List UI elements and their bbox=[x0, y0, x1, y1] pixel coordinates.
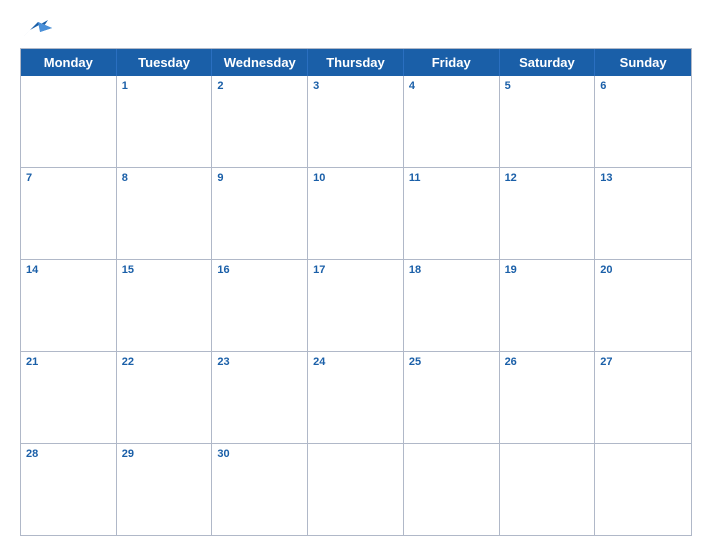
day-cell: 15 bbox=[117, 260, 213, 351]
day-number: 16 bbox=[217, 263, 302, 278]
col-header-friday: Friday bbox=[404, 49, 500, 76]
day-number: 17 bbox=[313, 263, 398, 278]
day-cell: 20 bbox=[595, 260, 691, 351]
day-number: 18 bbox=[409, 263, 494, 278]
day-cell: 28 bbox=[21, 444, 117, 535]
day-number: 22 bbox=[122, 355, 207, 370]
day-cell: 27 bbox=[595, 352, 691, 443]
day-number: 28 bbox=[26, 447, 111, 462]
day-cell: 13 bbox=[595, 168, 691, 259]
days-of-week-header: MondayTuesdayWednesdayThursdayFridaySatu… bbox=[21, 49, 691, 76]
day-cell: 17 bbox=[308, 260, 404, 351]
day-number: 2 bbox=[217, 79, 302, 94]
day-cell: 10 bbox=[308, 168, 404, 259]
day-cell: 14 bbox=[21, 260, 117, 351]
day-number: 9 bbox=[217, 171, 302, 186]
col-header-thursday: Thursday bbox=[308, 49, 404, 76]
day-number: 21 bbox=[26, 355, 111, 370]
day-number: 14 bbox=[26, 263, 111, 278]
day-cell: 18 bbox=[404, 260, 500, 351]
day-number: 13 bbox=[600, 171, 686, 186]
day-cell: 22 bbox=[117, 352, 213, 443]
day-number: 27 bbox=[600, 355, 686, 370]
col-header-tuesday: Tuesday bbox=[117, 49, 213, 76]
col-header-saturday: Saturday bbox=[500, 49, 596, 76]
col-header-monday: Monday bbox=[21, 49, 117, 76]
day-number: 15 bbox=[122, 263, 207, 278]
week-row-5: 28 29 30 bbox=[21, 443, 691, 535]
day-number: 10 bbox=[313, 171, 398, 186]
day-number: 3 bbox=[313, 79, 398, 94]
col-header-wednesday: Wednesday bbox=[212, 49, 308, 76]
col-header-sunday: Sunday bbox=[595, 49, 691, 76]
day-cell bbox=[308, 444, 404, 535]
day-cell: 29 bbox=[117, 444, 213, 535]
logo-icon bbox=[20, 18, 56, 38]
calendar-body: 1234567891011121314151617181920212223242… bbox=[21, 76, 691, 535]
day-cell: 12 bbox=[500, 168, 596, 259]
day-cell: 5 bbox=[500, 76, 596, 167]
calendar-grid: MondayTuesdayWednesdayThursdayFridaySatu… bbox=[20, 48, 692, 536]
week-row-4: 21 22 23 24 25 26 27 bbox=[21, 351, 691, 443]
week-row-2: 789 10 11 12 13 bbox=[21, 167, 691, 259]
day-cell bbox=[404, 444, 500, 535]
day-cell: 1 bbox=[117, 76, 213, 167]
day-cell: 25 bbox=[404, 352, 500, 443]
day-number: 11 bbox=[409, 171, 494, 186]
week-row-1: 123456 bbox=[21, 76, 691, 167]
day-cell: 23 bbox=[212, 352, 308, 443]
day-cell: 2 bbox=[212, 76, 308, 167]
calendar-page: MondayTuesdayWednesdayThursdayFridaySatu… bbox=[0, 0, 712, 550]
day-number: 6 bbox=[600, 79, 686, 94]
day-cell: 16 bbox=[212, 260, 308, 351]
day-cell: 11 bbox=[404, 168, 500, 259]
day-number: 23 bbox=[217, 355, 302, 370]
day-cell: 26 bbox=[500, 352, 596, 443]
day-number: 29 bbox=[122, 447, 207, 462]
day-number: 26 bbox=[505, 355, 590, 370]
day-number: 1 bbox=[122, 79, 207, 94]
day-number: 7 bbox=[26, 171, 111, 186]
day-number: 25 bbox=[409, 355, 494, 370]
day-number: 12 bbox=[505, 171, 590, 186]
day-cell bbox=[500, 444, 596, 535]
day-number: 19 bbox=[505, 263, 590, 278]
day-cell: 21 bbox=[21, 352, 117, 443]
day-number: 4 bbox=[409, 79, 494, 94]
day-number: 8 bbox=[122, 171, 207, 186]
logo bbox=[20, 18, 56, 38]
week-row-3: 14 15 16 17 18 19 20 bbox=[21, 259, 691, 351]
day-cell: 4 bbox=[404, 76, 500, 167]
day-cell: 24 bbox=[308, 352, 404, 443]
day-number: 20 bbox=[600, 263, 686, 278]
day-number: 30 bbox=[217, 447, 302, 462]
day-cell: 30 bbox=[212, 444, 308, 535]
day-cell: 8 bbox=[117, 168, 213, 259]
day-cell: 6 bbox=[595, 76, 691, 167]
day-number: 24 bbox=[313, 355, 398, 370]
day-cell bbox=[21, 76, 117, 167]
day-cell: 9 bbox=[212, 168, 308, 259]
header bbox=[20, 18, 692, 38]
day-cell: 7 bbox=[21, 168, 117, 259]
day-number: 5 bbox=[505, 79, 590, 94]
day-cell bbox=[595, 444, 691, 535]
day-cell: 19 bbox=[500, 260, 596, 351]
day-cell: 3 bbox=[308, 76, 404, 167]
